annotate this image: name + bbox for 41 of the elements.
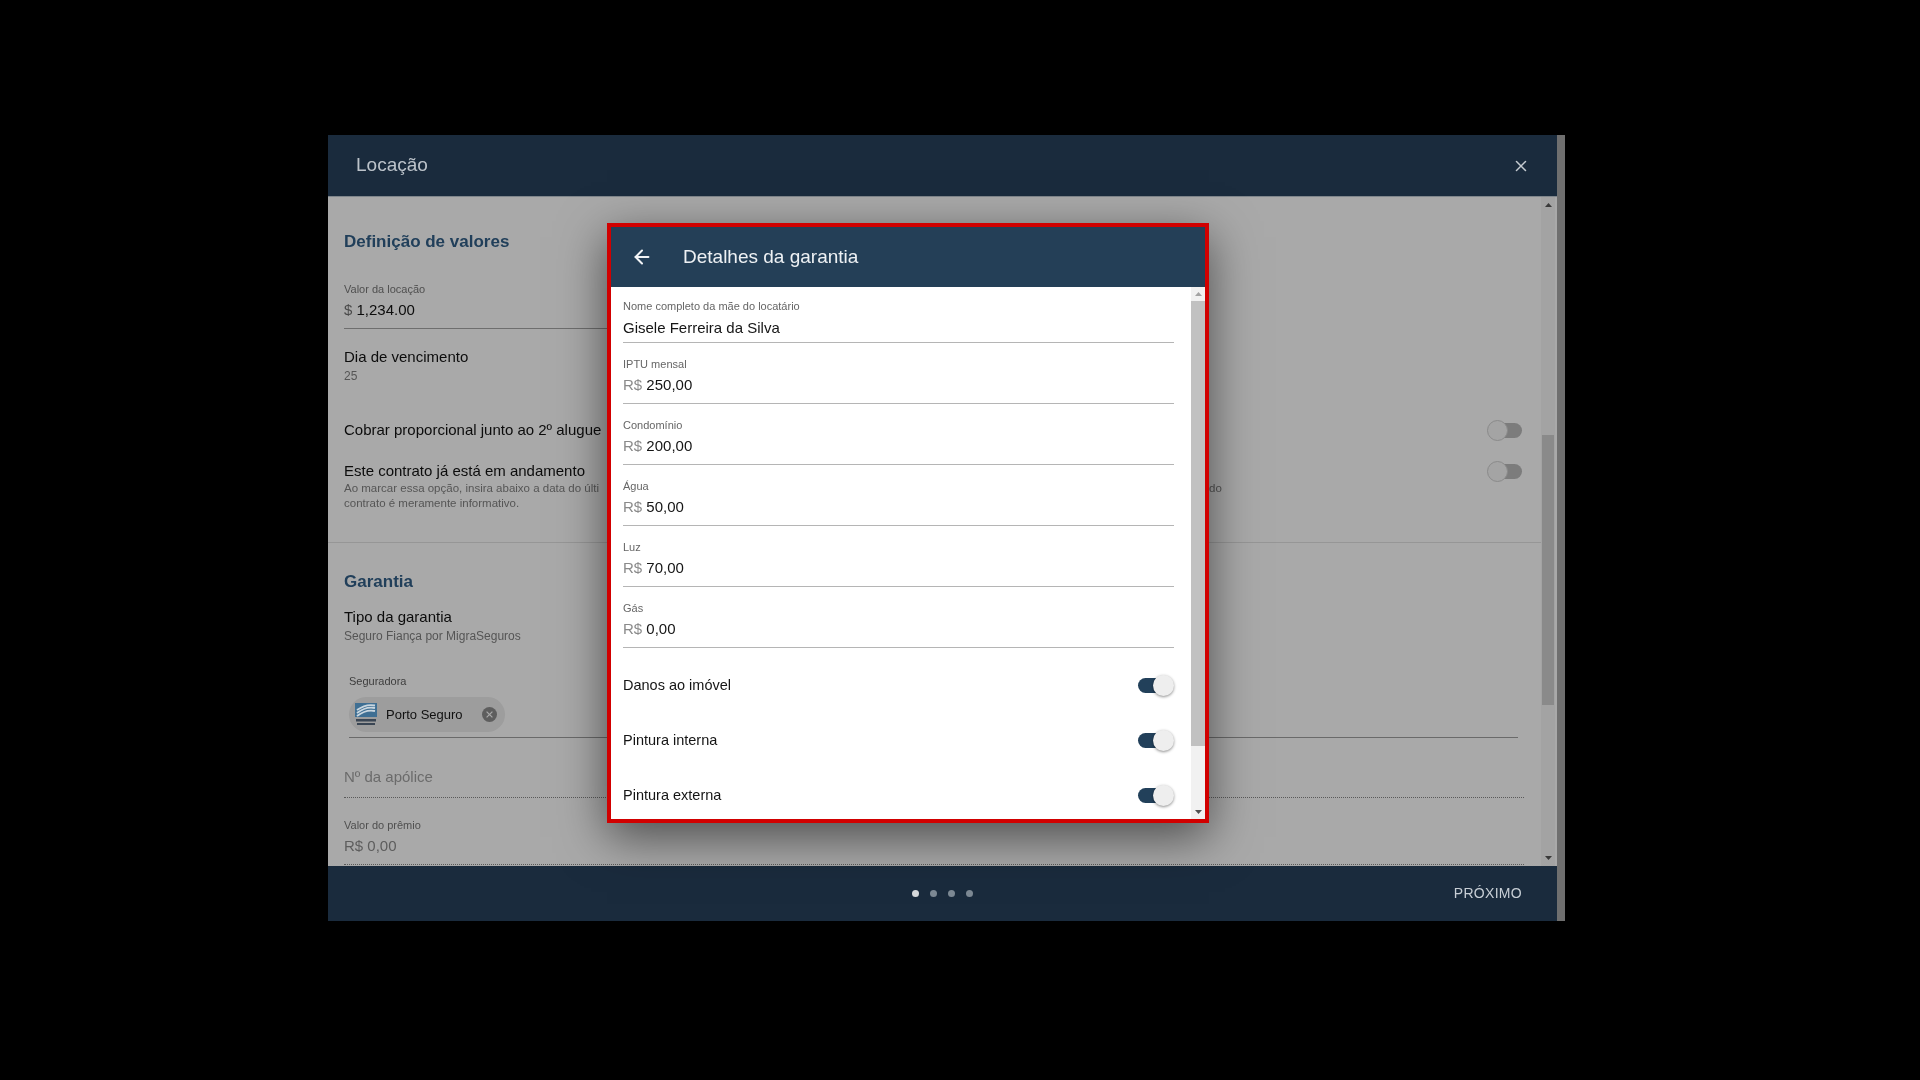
- toggle-switch[interactable]: [1137, 675, 1174, 696]
- window-title: Locação: [356, 153, 428, 178]
- toggle-switch[interactable]: [1137, 730, 1174, 751]
- currency-field[interactable]: Condomínio R$ 200,00: [623, 418, 1174, 465]
- setting-label: Tipo da garantia: [344, 608, 452, 626]
- description-text: contrato é meramente informativo.: [344, 496, 520, 511]
- switch-label: Pintura interna: [623, 730, 718, 750]
- policy-number-field[interactable]: Nº da apólice: [344, 767, 607, 787]
- section-title: Definição de valores: [344, 232, 510, 252]
- scroll-up-icon[interactable]: [1544, 203, 1552, 207]
- currency-field[interactable]: Gás R$ 0,00: [623, 601, 1174, 648]
- scrollbar-thumb[interactable]: [1542, 435, 1554, 705]
- scroll-up-icon[interactable]: [1194, 292, 1202, 296]
- setting-value: 25: [344, 368, 358, 384]
- section-title: Garantia: [344, 572, 413, 592]
- toggle-switch[interactable]: [1487, 419, 1524, 441]
- toggle-label: Cobrar proporcional junto ao 2º alugue: [344, 420, 602, 440]
- text-field[interactable]: Nome completo da mãe do locatário Gisele Ferreira da Silva: [623, 299, 1174, 343]
- currency-field[interactable]: IPTU mensal R$ 250,00: [623, 357, 1174, 404]
- setting-label: Dia de vencimento: [344, 348, 469, 366]
- scroll-down-icon[interactable]: [1544, 856, 1552, 860]
- toggle-label: Este contrato já está em andamento: [344, 461, 585, 481]
- description-text: Ao marcar essa opção, insira abaixo a data do últi: [344, 481, 600, 496]
- dialog-title: Detalhes da garantia: [683, 244, 859, 269]
- switch-label: Danos ao imóvel: [623, 675, 731, 695]
- description-text: do: [1209, 481, 1222, 496]
- scroll-down-icon[interactable]: [1194, 810, 1202, 814]
- field-label: Seguradora: [349, 674, 407, 688]
- scrollbar[interactable]: [1191, 287, 1205, 819]
- toggle-switch[interactable]: [1487, 460, 1524, 482]
- currency-field[interactable]: Água R$ 50,00: [623, 479, 1174, 526]
- toggle-switch[interactable]: [1137, 785, 1174, 806]
- setting-value: Seguro Fiança por MigraSeguros: [344, 628, 521, 644]
- currency-field[interactable]: Luz R$ 70,00: [623, 540, 1174, 587]
- scrollbar[interactable]: [1541, 197, 1555, 866]
- next-button[interactable]: PRÓXIMO: [1453, 883, 1522, 904]
- remove-icon[interactable]: [482, 707, 497, 722]
- scrollbar-thumb[interactable]: [1191, 301, 1205, 746]
- insurer-logo-icon: [355, 703, 377, 726]
- switch-label: Pintura externa: [623, 785, 722, 805]
- insurer-name: Porto Seguro: [386, 705, 463, 724]
